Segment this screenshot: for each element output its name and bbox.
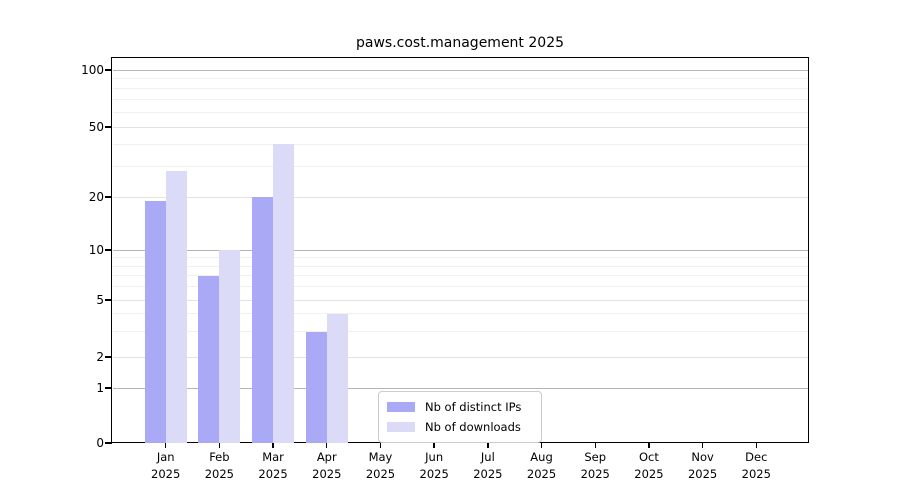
gridline-minor — [113, 98, 808, 100]
y-tick-mark — [105, 126, 112, 128]
x-tick-mark — [379, 443, 382, 448]
gridline — [113, 126, 808, 128]
x-tick-mark — [701, 443, 704, 448]
y-tick-mark — [105, 356, 112, 358]
bar-nb-of-downloads — [273, 144, 295, 443]
y-tick-label: 10 — [88, 243, 104, 257]
x-tick-label: Feb 2025 — [204, 450, 235, 481]
x-tick-label: May 2025 — [365, 450, 396, 481]
legend-label-distinct-ips: Nb of distinct IPs — [425, 400, 522, 414]
x-tick-mark — [272, 443, 274, 448]
y-tick-mark — [105, 69, 112, 71]
gridline — [113, 249, 808, 251]
y-tick-mark — [105, 196, 112, 198]
legend-item-downloads: Nb of downloads — [387, 417, 533, 437]
y-tick-mark — [105, 299, 112, 301]
y-tick-mark — [105, 387, 112, 389]
y-tick-label: 0 — [96, 436, 104, 450]
chart-canvas: paws.cost.management 2025 100 50 20 10 5 2 1 0 J… — [0, 0, 900, 500]
x-tick-label: Nov 2025 — [687, 450, 718, 481]
y-tick-label: 5 — [96, 293, 104, 307]
x-tick-label: Sep 2025 — [580, 450, 610, 481]
bar-nb-of-downloads — [219, 250, 241, 443]
y-tick-label: 50 — [88, 120, 104, 134]
x-tick-label: Apr 2025 — [312, 450, 342, 481]
x-tick-label: Dec 2025 — [741, 450, 771, 481]
y-tick-label: 1 — [96, 381, 104, 395]
bar-nb-of-distinct-ips — [252, 197, 274, 443]
x-tick-label: Oct 2025 — [634, 450, 664, 481]
legend-swatch-distinct-ips — [387, 402, 415, 412]
x-tick-label: Jul 2025 — [473, 450, 503, 481]
x-tick-mark — [164, 443, 167, 448]
x-tick-mark — [755, 443, 757, 448]
gridline-minor — [113, 111, 808, 113]
x-tick-label: Jun 2025 — [419, 450, 449, 481]
bar-nb-of-distinct-ips — [305, 331, 327, 443]
x-tick-mark — [487, 443, 489, 448]
gridline-minor — [113, 165, 808, 167]
bar-nb-of-downloads — [326, 313, 348, 443]
x-tick-mark — [218, 443, 221, 448]
bar-nb-of-distinct-ips — [198, 275, 220, 443]
bar-nb-of-distinct-ips — [144, 200, 166, 443]
y-tick-mark — [105, 249, 112, 251]
y-tick-label: 2 — [96, 350, 104, 364]
gridline-minor — [113, 87, 808, 89]
legend-item-distinct-ips: Nb of distinct IPs — [387, 397, 533, 417]
x-tick-mark — [433, 443, 435, 448]
y-tick-label: 100 — [81, 63, 104, 77]
legend-label-downloads: Nb of downloads — [425, 420, 521, 434]
gridline-minor — [113, 265, 808, 267]
gridline-minor — [113, 143, 808, 145]
gridline-minor — [113, 78, 808, 80]
x-tick-label: Mar 2025 — [258, 450, 288, 481]
x-tick-mark — [594, 443, 596, 448]
bar-nb-of-downloads — [165, 171, 187, 443]
x-tick-mark — [540, 443, 543, 448]
y-tick-label: 20 — [88, 190, 104, 204]
gridline-minor — [113, 257, 808, 259]
chart-title: paws.cost.management 2025 — [355, 35, 565, 51]
x-tick-mark — [648, 443, 650, 448]
x-tick-label: Aug 2025 — [526, 450, 557, 481]
y-tick-mark — [105, 442, 112, 444]
gridline — [113, 196, 808, 198]
legend-swatch-downloads — [387, 422, 415, 432]
legend: Nb of distinct IPs Nb of downloads — [378, 391, 542, 443]
x-tick-label: Jan 2025 — [151, 450, 181, 481]
gridline — [113, 69, 808, 71]
x-tick-mark — [326, 443, 328, 448]
